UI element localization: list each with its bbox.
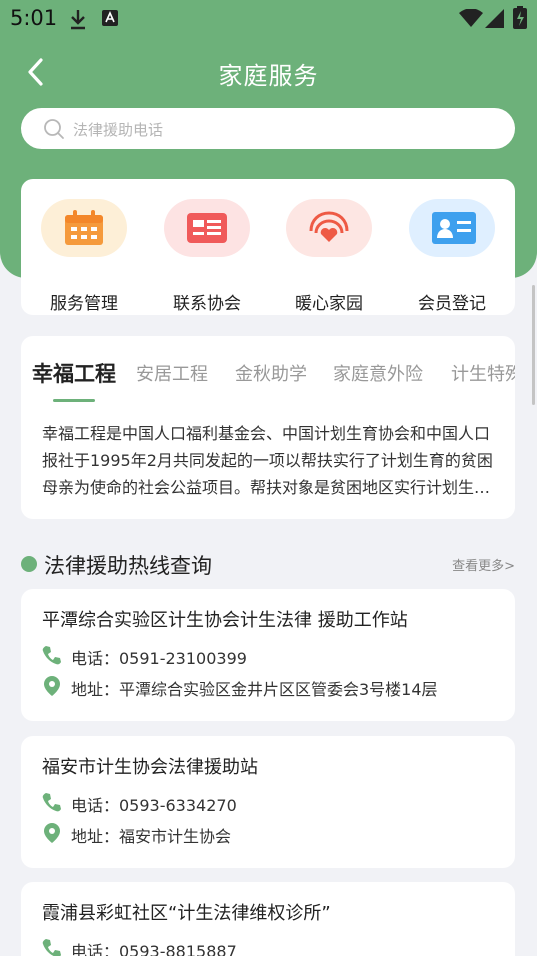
search-input[interactable]: 法律援助电话	[73, 119, 163, 140]
phone-text: 电话：0593-6334270	[71, 796, 237, 815]
hotline-card[interactable]: 福安市计生协会法律援助站 电话：0593-6334270 地址：福安市计生协会	[21, 736, 515, 868]
battery-icon	[513, 6, 527, 29]
hotline-name: 福安市计生协会法律援助站	[42, 757, 258, 778]
contact-card-icon	[187, 213, 227, 243]
tab-housing-project[interactable]: 安居工程	[136, 360, 208, 386]
cell-signal-icon	[485, 9, 504, 28]
title-bar: 家庭服务	[0, 48, 537, 98]
quick-actions-card: 服务管理 联系协会 暖心家园 会员登记	[21, 179, 515, 315]
app-notification-icon	[102, 10, 118, 26]
id-card-icon	[432, 212, 476, 244]
calendar-icon	[65, 210, 103, 245]
quick-action-contact-association[interactable]: 联系协会	[164, 199, 250, 314]
phone-text: 电话：0593-8815887	[71, 942, 237, 956]
phone-text: 电话：0591-23100399	[71, 649, 247, 668]
active-tab-indicator	[53, 399, 95, 402]
hotline-card[interactable]: 平潭综合实验区计生协会计生法律 援助工作站 电话：0591-23100399 地…	[21, 589, 515, 721]
search-icon	[44, 119, 64, 139]
phone-icon	[42, 646, 61, 665]
quick-action-warm-home[interactable]: 暖心家园	[286, 199, 372, 314]
address-text: 地址：福安市计生协会	[71, 827, 232, 846]
quick-action-label: 暖心家园	[295, 294, 363, 314]
quick-action-service-management[interactable]: 服务管理	[41, 199, 127, 314]
hotline-name: 平潭综合实验区计生协会计生法律 援助工作站	[42, 610, 408, 631]
tab-happiness-project[interactable]: 幸福工程	[32, 358, 116, 388]
quick-action-member-registration[interactable]: 会员登记	[409, 199, 495, 314]
heart-hands-icon	[309, 211, 349, 242]
hotline-card[interactable]: 霞浦县彩虹社区“计生法律维权诊所” 电话：0593-8815887	[21, 882, 515, 956]
quick-action-label: 会员登记	[418, 294, 486, 314]
quick-action-label: 联系协会	[173, 294, 241, 314]
project-description: 幸福工程是中国人口福利基金会、中国计划生育协会和中国人口报社于1995年2月共同…	[42, 424, 493, 497]
phone-icon	[42, 939, 61, 956]
section-marker	[21, 556, 37, 572]
search-bar[interactable]: 法律援助电话	[21, 108, 515, 149]
wifi-icon	[459, 9, 483, 27]
address-text: 地址：平潭综合实验区金井片区区管委会3号楼14层	[71, 680, 438, 699]
location-pin-icon	[44, 676, 60, 696]
scrollbar[interactable]	[532, 285, 535, 405]
quick-action-label: 服务管理	[50, 294, 118, 314]
page-title: 家庭服务	[218, 62, 319, 90]
tab-special-family[interactable]: 计生特殊家庭	[451, 360, 515, 386]
phone-icon	[42, 793, 61, 812]
status-bar: 5:01	[0, 0, 537, 36]
tab-family-accident-insurance[interactable]: 家庭意外险	[333, 360, 423, 386]
project-tabs-card: 幸福工程 安居工程 金秋助学 家庭意外险 计生特殊家庭 幸福工程是中国人口福利基…	[21, 336, 515, 519]
view-more-link[interactable]: 查看更多>	[452, 555, 515, 574]
tab-golden-autumn-scholarship[interactable]: 金秋助学	[235, 360, 307, 386]
hotline-name: 霞浦县彩虹社区“计生法律维权诊所”	[42, 903, 331, 924]
hotline-section-header: 法律援助热线查询 查看更多>	[21, 548, 517, 580]
status-time: 5:01	[10, 6, 58, 30]
location-pin-icon	[44, 823, 60, 843]
download-icon	[71, 10, 85, 30]
section-title: 法律援助热线查询	[44, 554, 212, 578]
